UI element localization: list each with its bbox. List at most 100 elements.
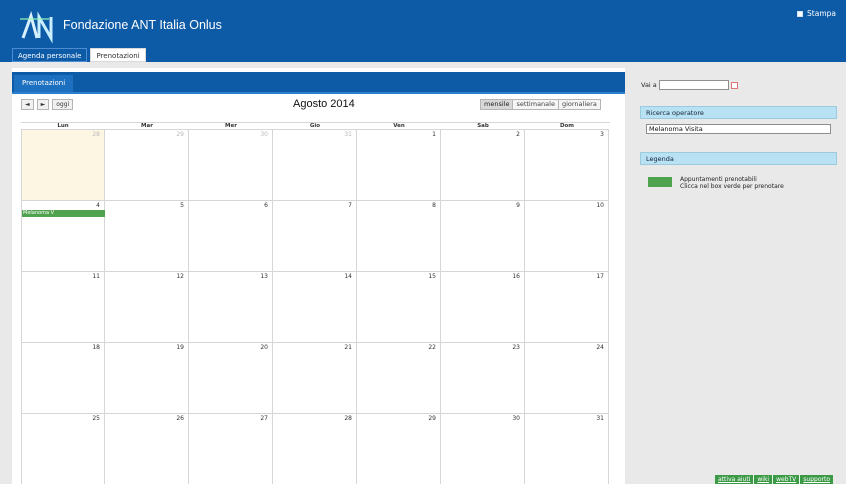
calendar-day-cell[interactable]: 4 Melanoma V — [21, 201, 105, 272]
calendar-day-cell[interactable]: 12 — [105, 272, 189, 343]
calendar-day-cell[interactable]: 30 — [441, 414, 525, 484]
view-giornaliera-button[interactable]: giornaliera — [558, 99, 601, 110]
ant-logo — [15, 10, 55, 44]
view-switcher: mensile settimanale giornaliera — [480, 99, 601, 110]
calendar-day-cell[interactable]: 18 — [21, 343, 105, 414]
calendar-day-cell[interactable]: 2 — [441, 130, 525, 201]
day-number: 14 — [344, 273, 352, 280]
day-number: 30 — [512, 415, 520, 422]
calendar-day-cell[interactable]: 22 — [357, 343, 441, 414]
view-mensile-button[interactable]: mensile — [480, 99, 514, 110]
day-number: 1 — [432, 131, 436, 138]
tab-agenda-personale[interactable]: Agenda personale — [12, 48, 88, 62]
tab-prenotazioni[interactable]: Prenotazioni — [90, 48, 146, 62]
next-button[interactable]: ► — [36, 99, 50, 110]
calendar-navigation: ◄ ► oggi — [21, 99, 74, 110]
day-header: Gio — [273, 123, 357, 130]
legend-line-1: Appuntamenti prenotabili — [680, 176, 757, 183]
day-number: 13 — [260, 273, 268, 280]
right-sidebar: Vai a Ricerca operatore Melanoma Visita … — [640, 76, 837, 484]
calendar-day-cell[interactable]: 14 — [273, 272, 357, 343]
calendar-day-cell[interactable]: 11 — [21, 272, 105, 343]
calendar-day-cell[interactable]: 29 — [357, 414, 441, 484]
section-tab-prenotazioni[interactable]: Prenotazioni — [14, 75, 74, 92]
day-number: 21 — [344, 344, 352, 351]
calendar-day-cell[interactable]: 1 — [357, 130, 441, 201]
operator-search-input[interactable]: Melanoma Visita — [646, 124, 831, 134]
appointment-event[interactable]: Melanoma V — [22, 210, 105, 217]
print-label: Stampa — [807, 9, 836, 18]
top-tabs: Agenda personale Prenotazioni — [12, 48, 146, 62]
calendar-day-cell[interactable]: 3 — [525, 130, 609, 201]
calendar-day-cell[interactable]: 25 — [21, 414, 105, 484]
day-number: 23 — [512, 344, 520, 351]
day-number: 15 — [428, 273, 436, 280]
calendar-day-cell[interactable]: 19 — [105, 343, 189, 414]
calendar-day-cell[interactable]: 31 — [525, 414, 609, 484]
calendar-day-cell[interactable]: 6 — [189, 201, 273, 272]
wiki-link[interactable]: wiki — [753, 475, 773, 484]
section-bar: Prenotazioni — [12, 72, 625, 94]
calendar-day-cell[interactable]: 17 — [525, 272, 609, 343]
calendar-day-cell[interactable]: 7 — [273, 201, 357, 272]
calendar-day-cell[interactable]: 9 — [441, 201, 525, 272]
calendar-day-cell[interactable]: 30 — [189, 130, 273, 201]
day-number: 7 — [348, 202, 352, 209]
calendar-day-cell[interactable]: 27 — [189, 414, 273, 484]
printer-icon — [797, 10, 804, 17]
day-number: 17 — [596, 273, 604, 280]
calendar-day-cell[interactable]: 24 — [525, 343, 609, 414]
calendar-icon[interactable] — [730, 81, 738, 89]
app-title: Fondazione ANT Italia Onlus — [63, 18, 222, 32]
goto-date-input[interactable] — [658, 80, 729, 90]
calendar-day-cell[interactable]: 10 — [525, 201, 609, 272]
day-number: 25 — [92, 415, 100, 422]
print-button[interactable]: Stampa — [797, 9, 836, 18]
day-number: 29 — [176, 131, 184, 138]
calendar-day-cell[interactable]: 16 — [441, 272, 525, 343]
day-number: 30 — [260, 131, 268, 138]
day-header: Mer — [189, 123, 273, 130]
previous-button[interactable]: ◄ — [21, 99, 34, 110]
day-number: 5 — [180, 202, 184, 209]
calendar-day-cell[interactable]: 5 — [105, 201, 189, 272]
day-number: 3 — [600, 131, 604, 138]
day-header: Mar — [105, 123, 189, 130]
month-calendar: Lun Mar Mer Gio Ven Sab Dom 28 29 30 31 1 2 3 4 Melanom… — [21, 122, 610, 484]
calendar-day-cell[interactable]: 31 — [273, 130, 357, 201]
legend-swatch — [648, 177, 672, 187]
day-number: 4 — [96, 202, 100, 209]
attiva-aiuti-link[interactable]: attiva aiuti — [715, 475, 754, 484]
day-number: 12 — [176, 273, 184, 280]
calendar-day-cell[interactable]: 23 — [441, 343, 525, 414]
day-header: Dom — [525, 123, 609, 130]
app-page: Fondazione ANT Italia Onlus Stampa Agend… — [0, 0, 846, 484]
webtv-link[interactable]: webTV — [772, 475, 800, 484]
view-settimanale-button[interactable]: settimanale — [513, 99, 559, 110]
calendar-day-cell[interactable]: 15 — [357, 272, 441, 343]
day-number: 16 — [512, 273, 520, 280]
day-number: 20 — [260, 344, 268, 351]
legend-header: Legenda — [640, 152, 837, 165]
operator-search-header: Ricerca operatore — [640, 106, 837, 119]
day-number: 28 — [344, 415, 352, 422]
day-header: Sab — [441, 123, 525, 130]
day-number: 11 — [92, 273, 100, 280]
day-number: 6 — [264, 202, 268, 209]
calendar-day-cell[interactable]: 8 — [357, 201, 441, 272]
calendar-day-cell[interactable]: 21 — [273, 343, 357, 414]
calendar-day-cell[interactable]: 28 — [273, 414, 357, 484]
calendar-day-cell[interactable]: 28 — [21, 130, 105, 201]
day-number: 10 — [596, 202, 604, 209]
calendar-day-cell[interactable]: 29 — [105, 130, 189, 201]
calendar-day-cell[interactable]: 13 — [189, 272, 273, 343]
supporto-link[interactable]: supporto — [799, 475, 833, 484]
calendar-day-cell[interactable]: 20 — [189, 343, 273, 414]
calendar-day-cell[interactable]: 26 — [105, 414, 189, 484]
legend-text: Appuntamenti prenotabili Clicca nel box … — [680, 176, 784, 190]
day-number: 9 — [516, 202, 520, 209]
goto-label: Vai a — [641, 81, 657, 89]
day-number: 8 — [432, 202, 436, 209]
today-button[interactable]: oggi — [52, 99, 74, 110]
section-divider — [12, 92, 625, 94]
